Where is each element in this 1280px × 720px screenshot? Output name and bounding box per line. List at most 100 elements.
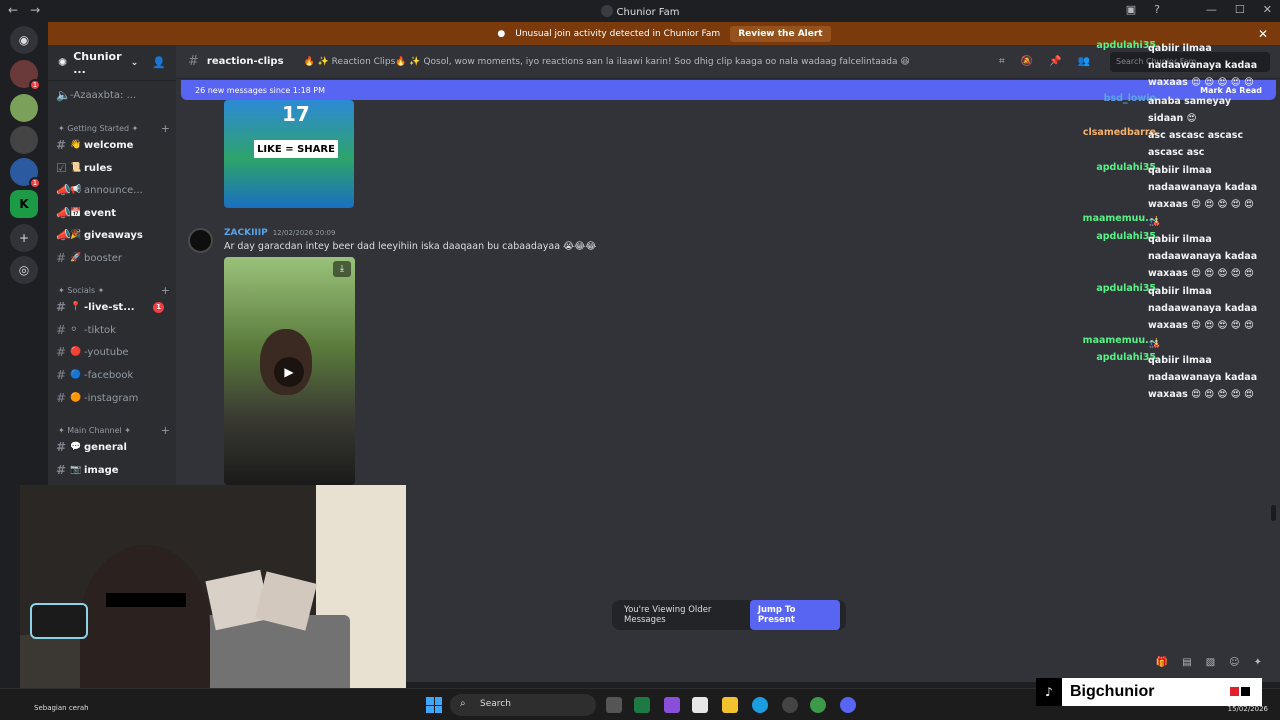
close-icon[interactable]: ✕: [1258, 27, 1268, 41]
invite-icon[interactable]: 👤: [152, 56, 166, 69]
download-icon[interactable]: ⤓: [333, 261, 351, 277]
kick-server-icon[interactable]: K: [10, 190, 38, 218]
channel-item-event[interactable]: 📣 📅 event: [56, 203, 174, 223]
jump-to-present-button[interactable]: Jump To Present: [749, 600, 840, 630]
avatar[interactable]: [188, 228, 213, 253]
channel-item-giveaways[interactable]: 📣 🎉 giveaways: [56, 225, 174, 245]
taskbar-search[interactable]: ⌕ Search: [450, 694, 596, 716]
chat-line: maamemuu... 🎎: [1072, 213, 1272, 230]
channel-item-live-stream[interactable]: # 📍 -live-st... 1: [56, 297, 174, 317]
channel-emoji: 📅: [70, 208, 82, 218]
hash-icon: #: [56, 368, 67, 382]
channel-item-facebook[interactable]: # 🔵 -facebook: [56, 365, 174, 385]
chat-text: qabiir ilmaa nadaawanaya kadaa waxaas 😍 …: [1148, 355, 1258, 400]
video-attachment[interactable]: ⤓ ▶: [224, 257, 355, 485]
voice-icon: 🔈: [56, 88, 71, 102]
checkbox-icon: ☑: [56, 161, 67, 175]
channel-emoji: ⚪: [70, 325, 78, 335]
message-author[interactable]: ZACKIIIP 12/02/2026 20:09: [224, 228, 335, 238]
channel-item-tiktok[interactable]: # ⚪ -tiktok: [56, 320, 174, 340]
hash-icon: #: [56, 391, 67, 405]
category-label: ✦ Socials ✦: [58, 286, 105, 295]
add-channel-icon[interactable]: +: [161, 424, 170, 437]
channel-label: -live-st...: [84, 301, 135, 313]
channel-item-general[interactable]: # 💬 general: [56, 437, 174, 457]
chat-line: clsamedbarre asc ascasc ascasc ascasc as…: [1072, 127, 1272, 161]
server-avatar[interactable]: [10, 126, 38, 154]
server-avatar[interactable]: 1: [10, 158, 41, 189]
discover-icon[interactable]: ◎: [10, 256, 38, 284]
channel-item-azaaxbta[interactable]: 🔈 -Azaaxbta: ...: [56, 85, 174, 105]
channel-label: giveaways: [84, 229, 143, 241]
emoji-icon[interactable]: ☺: [1229, 657, 1239, 668]
close-window-icon[interactable]: ✕: [1263, 3, 1272, 16]
apps-icon[interactable]: ✦: [1254, 657, 1262, 668]
chat-username: apdulahi35: [1096, 352, 1156, 363]
help-icon[interactable]: ?: [1154, 3, 1160, 16]
server-avatar[interactable]: [10, 94, 38, 122]
category-main-channel[interactable]: ✦ Main Channel ✦ +: [58, 424, 170, 437]
chat-username: bsd_lowio: [1103, 93, 1156, 104]
username[interactable]: ZACKIIIP: [224, 228, 268, 238]
maximize-icon[interactable]: ☐: [1235, 3, 1245, 16]
channel-item-instagram[interactable]: # 🟠 -instagram: [56, 388, 174, 408]
chat-text: qabiir ilmaa nadaawanaya kadaa waxaas 😍 …: [1148, 165, 1258, 210]
server-badge: 1: [29, 177, 41, 189]
megaphone-icon: 📣: [56, 206, 71, 220]
obs-icon[interactable]: [782, 697, 798, 713]
hash-icon: #: [56, 323, 67, 337]
guild-header[interactable]: ✺ Chunior ... ⌄ 👤: [48, 45, 176, 81]
chat-line: apdulahi35 qabiir ilmaa nadaawanaya kada…: [1072, 231, 1272, 282]
video-thumbnail[interactable]: 17 LIKE = SHARE: [224, 100, 354, 208]
screen-icon[interactable]: ▣: [1126, 3, 1136, 16]
channel-item-booster[interactable]: # 🚀 booster: [56, 248, 174, 268]
excel-icon[interactable]: [634, 697, 650, 713]
channel-item-announcements[interactable]: 📣 📢 announce...: [56, 180, 174, 200]
server-badge: 1: [29, 79, 41, 91]
channel-topic[interactable]: 🔥 ✨ Reaction Clips🔥 ✨ Qosol, wow moments…: [304, 57, 910, 67]
tiktok-handle-overlay: ♪ Bigchunior: [1036, 678, 1262, 706]
mute-bell-icon[interactable]: 🔕: [1021, 56, 1033, 67]
server-avatar-icon: [600, 5, 613, 17]
weather-widget[interactable]: Sebagian cerah: [34, 704, 89, 712]
edge-icon[interactable]: [752, 697, 768, 713]
composer-icons: 🎁 ▤ ▧ ☺ ✦: [1156, 657, 1262, 668]
channel-item-youtube[interactable]: # 🔴 -youtube: [56, 342, 174, 362]
pin-icon[interactable]: 📌: [1049, 56, 1061, 67]
windows-start-icon[interactable]: [426, 697, 442, 713]
review-alert-button[interactable]: Review the Alert: [730, 25, 831, 42]
channel-label: -facebook: [84, 369, 134, 381]
gif-icon[interactable]: ▤: [1182, 657, 1191, 668]
store-icon[interactable]: [692, 697, 708, 713]
flag-icon: [1230, 687, 1250, 696]
microphone: [30, 603, 88, 639]
chat-text: qabiir ilmaa nadaawanaya kadaa waxaas 😍 …: [1148, 286, 1258, 331]
chrome-icon[interactable]: [810, 697, 826, 713]
server-avatar[interactable]: 1: [10, 60, 41, 91]
add-channel-icon[interactable]: +: [161, 122, 170, 135]
add-channel-icon[interactable]: +: [161, 284, 170, 297]
channel-item-rules[interactable]: ☑ 📜 rules: [56, 158, 174, 178]
discord-home-icon[interactable]: ◉: [10, 26, 38, 54]
threads-icon[interactable]: ⌗: [999, 56, 1005, 67]
chat-username: maamemuu...: [1082, 213, 1156, 224]
task-view-icon[interactable]: [606, 697, 622, 713]
gift-icon[interactable]: 🎁: [1156, 657, 1168, 668]
tiktok-handle: Bigchunior: [1070, 683, 1155, 700]
minimize-icon[interactable]: —: [1206, 3, 1217, 16]
play-icon[interactable]: ▶: [274, 357, 304, 387]
channel-item-image[interactable]: # 📷 image: [56, 460, 174, 480]
chat-username: apdulahi35: [1096, 283, 1156, 294]
scrollbar[interactable]: [1271, 505, 1276, 521]
channel-item-welcome[interactable]: # 👋 welcome: [56, 135, 174, 155]
sticker-icon[interactable]: ▧: [1206, 657, 1215, 668]
channel-emoji: 💬: [70, 442, 82, 452]
file-explorer-icon[interactable]: [722, 697, 738, 713]
category-getting-started[interactable]: ✦ Getting Started ✦ +: [58, 122, 170, 135]
category-socials[interactable]: ✦ Socials ✦ +: [58, 284, 170, 297]
chat-username: apdulahi35: [1096, 162, 1156, 173]
discord-icon[interactable]: [840, 697, 856, 713]
window-title: Chunior Fam: [0, 5, 1280, 18]
add-server-icon[interactable]: +: [10, 224, 38, 252]
copilot-icon[interactable]: [664, 697, 680, 713]
